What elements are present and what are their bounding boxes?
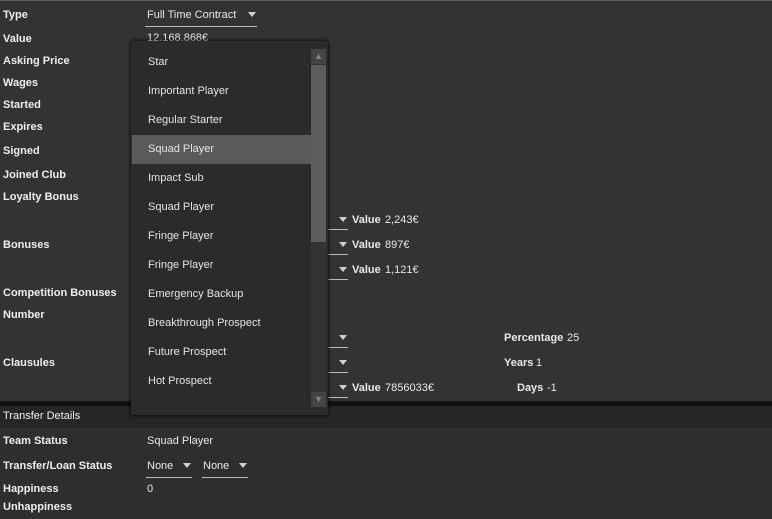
dropdown-option[interactable]: Future Prospect bbox=[132, 338, 311, 367]
type-label: Type bbox=[3, 9, 28, 21]
dropdown-option[interactable]: Emergency Backup bbox=[132, 280, 311, 309]
chevron-down-icon[interactable] bbox=[339, 385, 347, 390]
number-label: Number bbox=[3, 309, 45, 321]
happiness-value: 0 bbox=[147, 483, 154, 495]
joined-club-label: Joined Club bbox=[3, 169, 66, 181]
value-label: Value bbox=[3, 33, 32, 45]
started-label: Started bbox=[3, 99, 41, 111]
dropdown-scrollbar-thumb[interactable] bbox=[311, 65, 326, 242]
unhappiness-label: Unhappiness bbox=[3, 501, 73, 513]
bonuses-label: Bonuses bbox=[3, 239, 50, 251]
wages-label: Wages bbox=[3, 77, 39, 89]
team-status-label: Team Status bbox=[3, 435, 68, 447]
clausules-label: Clausules bbox=[3, 357, 55, 369]
transfer-details-panel bbox=[0, 428, 772, 519]
competition-bonuses-label: Competition Bonuses bbox=[3, 287, 117, 299]
bonus-1-value: 2,243€ bbox=[385, 214, 419, 226]
bonus-1-value-label: Value bbox=[352, 214, 381, 226]
bonus-3-value: 1,121€ bbox=[385, 264, 419, 276]
arrow-up-icon[interactable]: ▲ bbox=[311, 49, 326, 64]
years-value: 1 bbox=[536, 357, 543, 369]
bonus-2-value-label: Value bbox=[352, 239, 381, 251]
chevron-down-icon[interactable] bbox=[339, 267, 347, 272]
dropdown-option[interactable]: Fringe Player bbox=[132, 222, 311, 251]
dropdown-option[interactable]: Star bbox=[132, 48, 311, 77]
chevron-down-icon[interactable] bbox=[339, 360, 347, 365]
clausule-value-label: Value bbox=[352, 382, 381, 394]
dropdown-option[interactable]: Squad Player bbox=[132, 193, 311, 222]
transfer-details-title: Transfer Details bbox=[3, 410, 81, 422]
dropdown-option-selected[interactable]: Squad Player bbox=[132, 135, 311, 164]
chevron-down-icon[interactable] bbox=[339, 217, 347, 222]
signed-label: Signed bbox=[3, 145, 40, 157]
contract-type-select[interactable]: Full Time Contract bbox=[147, 9, 236, 21]
dropdown-option[interactable]: Fringe Player bbox=[132, 251, 311, 280]
team-status-value: Squad Player bbox=[147, 435, 214, 447]
chevron-down-icon[interactable] bbox=[339, 242, 347, 247]
contract-type-underline bbox=[145, 26, 257, 27]
loan-status-select[interactable]: None bbox=[203, 460, 229, 472]
expires-label: Expires bbox=[3, 121, 43, 133]
chevron-down-icon[interactable] bbox=[248, 12, 256, 17]
arrow-down-icon[interactable]: ▼ bbox=[311, 392, 326, 407]
percentage-value: 25 bbox=[567, 332, 580, 344]
dropdown-option[interactable]: Hot Prospect bbox=[132, 367, 311, 396]
team-status-dropdown[interactable]: Star Important Player Regular Starter Sq… bbox=[131, 41, 328, 415]
loan-status-underline bbox=[202, 477, 248, 478]
loyalty-bonus-label: Loyalty Bonus bbox=[3, 191, 79, 203]
percentage-label: Percentage bbox=[504, 332, 564, 344]
dropdown-option[interactable]: Important Player bbox=[132, 77, 311, 106]
years-label: Years bbox=[504, 357, 534, 369]
transfer-status-select[interactable]: None bbox=[147, 460, 173, 472]
happiness-label: Happiness bbox=[3, 483, 59, 495]
chevron-down-icon[interactable] bbox=[239, 463, 247, 468]
chevron-down-icon[interactable] bbox=[183, 463, 191, 468]
bonus-3-value-label: Value bbox=[352, 264, 381, 276]
transfer-status-underline bbox=[146, 477, 192, 478]
days-value: -1 bbox=[547, 382, 557, 394]
transfer-details-header: Transfer Details bbox=[0, 406, 772, 428]
dropdown-option[interactable]: Breakthrough Prospect bbox=[132, 309, 311, 338]
asking-price-label: Asking Price bbox=[3, 55, 70, 67]
clausule-value: 7856033€ bbox=[385, 382, 434, 394]
chevron-down-icon[interactable] bbox=[339, 335, 347, 340]
days-label: Days bbox=[517, 382, 544, 394]
dropdown-option[interactable]: Regular Starter bbox=[132, 106, 311, 135]
top-border bbox=[0, 0, 772, 1]
transfer-loan-status-label: Transfer/Loan Status bbox=[3, 460, 113, 472]
dropdown-option[interactable]: Impact Sub bbox=[132, 164, 311, 193]
bonus-2-value: 897€ bbox=[385, 239, 410, 251]
